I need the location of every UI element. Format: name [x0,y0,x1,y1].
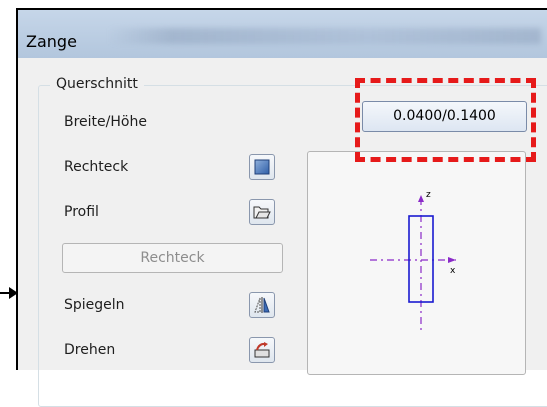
highlight-annotation [355,78,536,162]
title-bar-blurred-area [108,28,541,44]
group-legend: Querschnitt [50,76,144,92]
x-axis-label: x [450,266,456,276]
z-axis-arrow [418,195,424,202]
rechteck-icon-button[interactable] [249,154,275,180]
drehen-icon-button[interactable] [249,337,275,363]
cross-section-preview: z x [307,151,526,375]
x-axis-arrow [448,257,456,263]
z-axis-label: z [426,190,431,200]
cross-section-drawing: z x [370,190,456,332]
mirror-icon [254,297,270,313]
spiegeln-icon-button[interactable] [249,292,275,318]
breite-hoehe-label: Breite/Höhe [64,114,147,130]
open-folder-icon [253,206,271,219]
profil-icon-button[interactable] [249,199,275,225]
profil-label: Profil [64,204,99,220]
title-bar[interactable]: Zange [18,10,547,58]
rotate-icon [254,342,270,358]
rechteck-label: Rechteck [64,159,129,175]
rechteck-button[interactable]: Rechteck [62,243,283,273]
square-icon [254,159,270,175]
drehen-label: Drehen [64,342,116,358]
pointer-arrow-icon [0,287,18,299]
spiegeln-label: Spiegeln [64,297,125,313]
window-title: Zange [26,32,77,51]
